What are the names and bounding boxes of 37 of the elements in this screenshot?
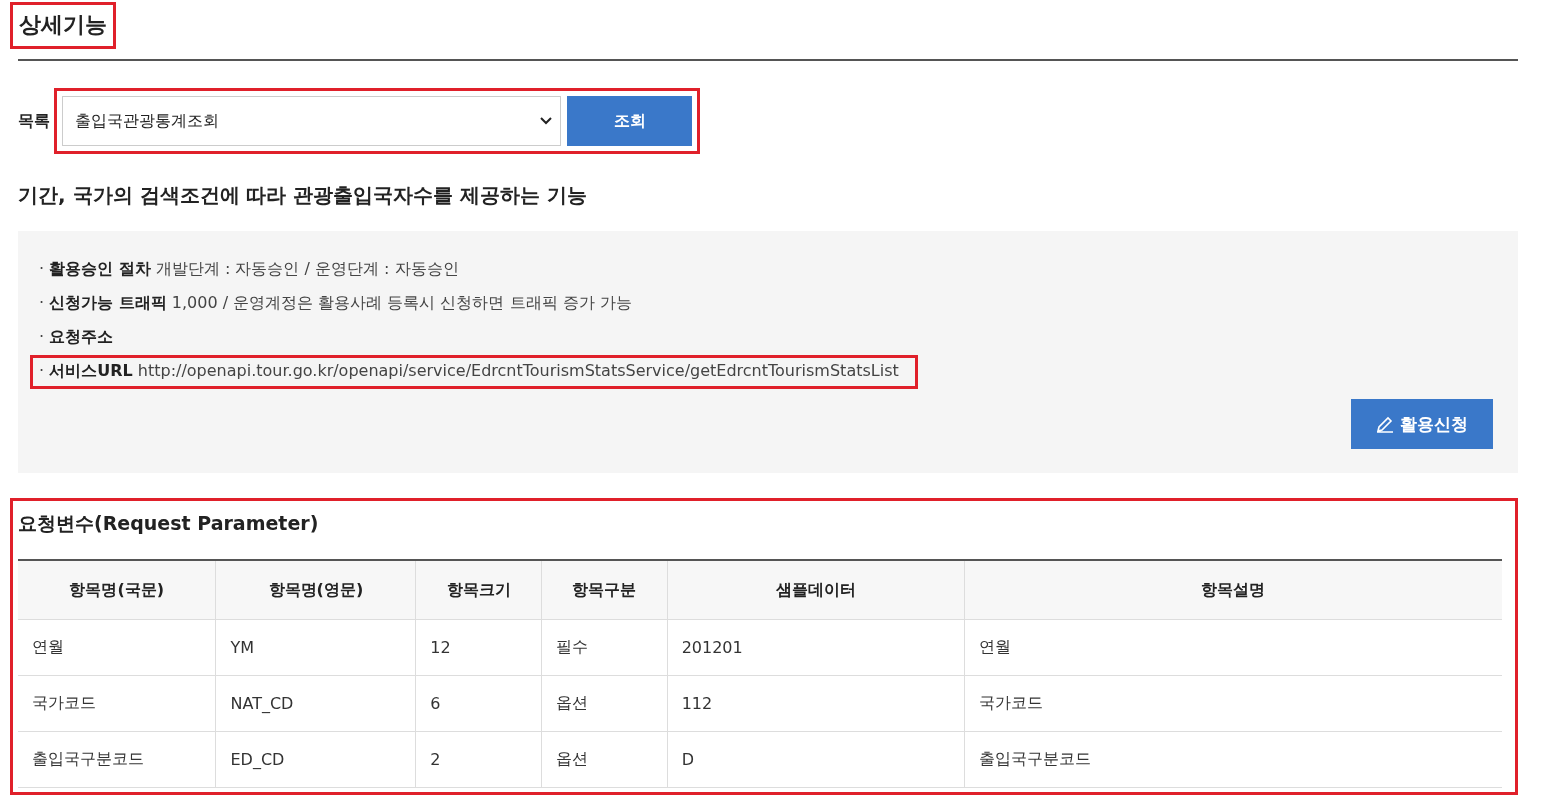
table-cell: 국가코드 [18, 675, 216, 732]
table-cell: 필수 [541, 619, 668, 676]
info-line: · 요청주소 [39, 327, 114, 348]
section-title: 상세기능 [19, 11, 107, 39]
search-button[interactable]: 조회 [567, 96, 692, 146]
column-header: 항목명(국문) [18, 560, 216, 620]
table-cell: 옵션 [541, 675, 668, 732]
info-line: · 서비스URL http://openapi.tour.go.kr/openapi/service/EdrcntTourismStatsService/getEdrcntTourismStatsList [39, 361, 899, 382]
table-cell: 112 [667, 675, 964, 732]
column-header: 항목명(영문) [215, 560, 416, 620]
table-cell: NAT_CD [215, 675, 416, 732]
list-select[interactable]: 출입국관광통계조회 [62, 96, 561, 146]
column-header: 항목크기 [415, 560, 542, 620]
table-cell: 연월 [18, 619, 216, 676]
section-heading: 요청변수(Request Parameter) [18, 511, 320, 536]
column-header: 샘플데이터 [667, 560, 964, 620]
table-cell: 옵션 [541, 731, 668, 788]
info-line: · 활용승인 절차 개발단계 : 자동승인 / 운영단계 : 자동승인 [39, 259, 459, 280]
pencil-icon [1376, 415, 1394, 433]
table-cell: 6 [415, 675, 542, 732]
column-header: 항목구분 [541, 560, 668, 620]
table-cell: 국가코드 [964, 675, 1502, 732]
table-cell: 연월 [964, 619, 1502, 676]
function-description: 기간, 국가의 검색조건에 따라 관광출입국자수를 제공하는 기능 [18, 182, 589, 209]
list-label: 목록 [18, 110, 50, 132]
column-header: 항목설명 [964, 560, 1502, 620]
table-cell: 출입국구분코드 [18, 731, 216, 788]
table-cell: D [667, 731, 964, 788]
apply-button[interactable]: 활용신청 [1351, 399, 1493, 449]
table-cell: 12 [415, 619, 542, 676]
table-cell: 출입국구분코드 [964, 731, 1502, 788]
table-cell: ED_CD [215, 731, 416, 788]
chevron-down-icon [540, 117, 552, 125]
table-cell: 2 [415, 731, 542, 788]
table-cell: 201201 [667, 619, 964, 676]
info-line: · 신청가능 트래픽 1,000 / 운영계정은 활용사례 등록시 신청하면 트래픽 증가 가능 [39, 293, 632, 314]
table-cell: YM [215, 619, 416, 676]
